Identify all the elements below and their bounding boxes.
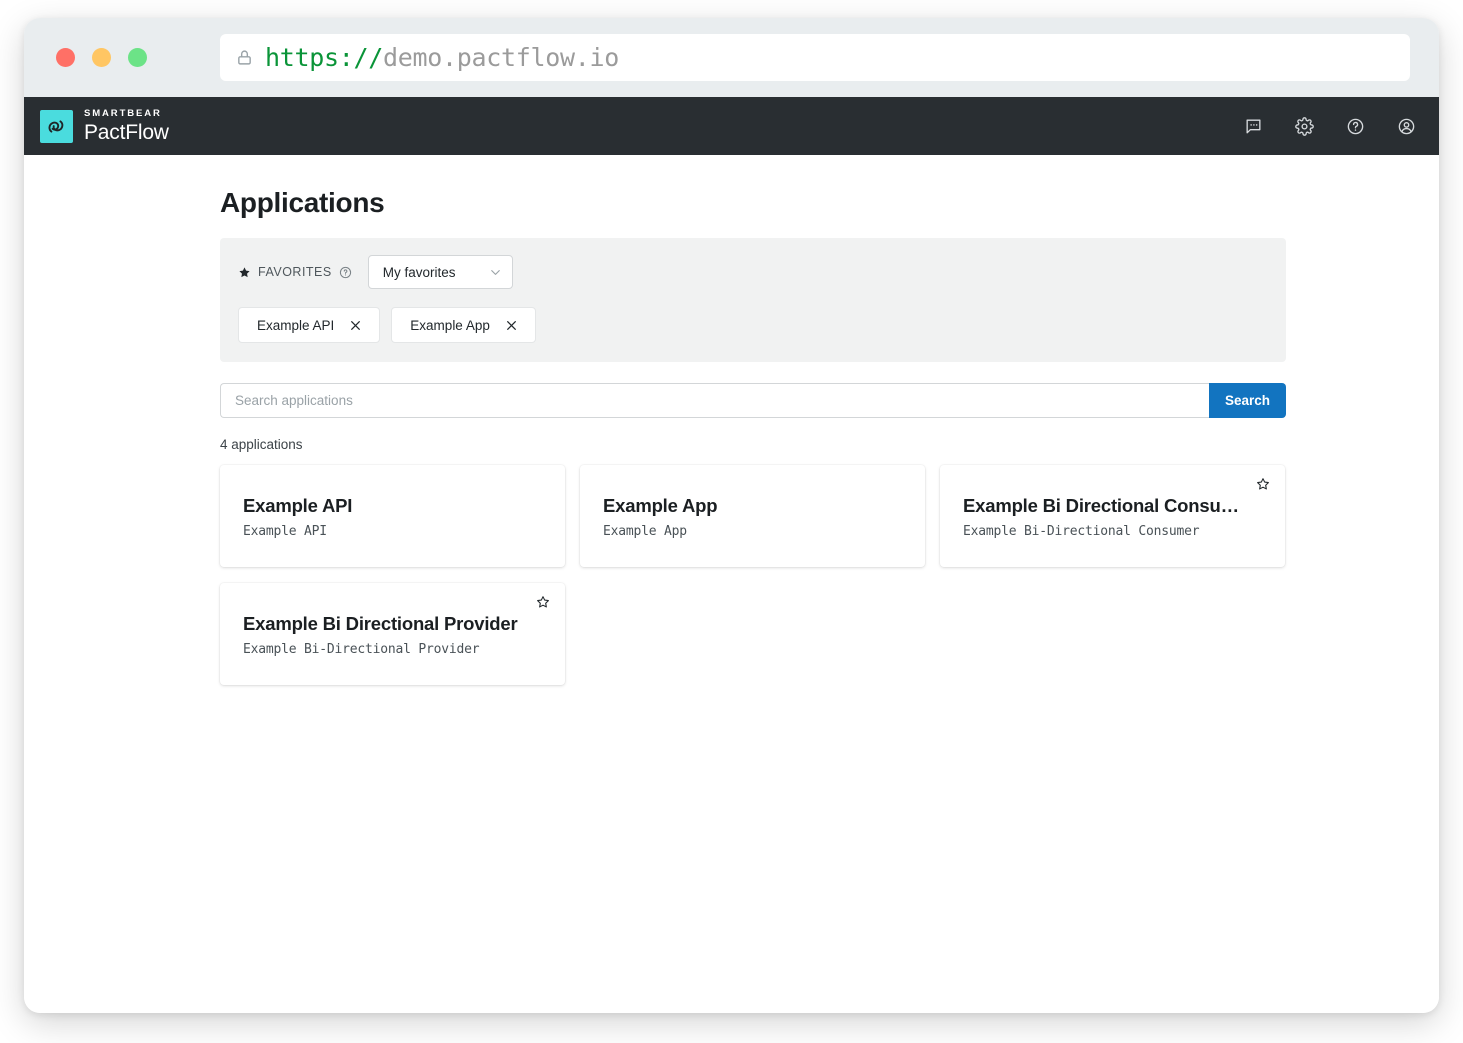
favorite-chip[interactable]: Example App [391, 307, 536, 343]
favorites-label-group: FAVORITES [238, 265, 352, 279]
gear-icon[interactable] [1292, 114, 1316, 138]
lock-icon [236, 49, 253, 66]
applications-grid: Example API Example API Example App Exam… [220, 465, 1286, 685]
favorites-select[interactable]: My favorites [367, 255, 513, 289]
star-outline-icon[interactable] [536, 595, 550, 609]
search-row: Search [220, 383, 1286, 418]
application-subtitle: Example App [603, 524, 687, 539]
favorites-select-value: My favorites [382, 264, 456, 280]
favorites-chip-row: Example API Example App [238, 307, 1268, 343]
url-scheme: https:// [265, 43, 384, 72]
application-title: Example App [603, 495, 718, 516]
search-input[interactable] [220, 383, 1209, 418]
url-host: demo.pactflow.io [383, 43, 620, 72]
page-title: Applications [220, 187, 385, 218]
favorite-chip-label: Example App [410, 317, 490, 333]
favorite-chip-label: Example API [257, 317, 335, 333]
application-card[interactable]: Example API Example API [220, 465, 565, 567]
application-subtitle: Example API [243, 524, 327, 539]
help-icon[interactable] [1343, 114, 1367, 138]
url-bar[interactable]: https://demo.pactflow.io [220, 34, 1410, 81]
brand-pactflow-label: PactFlow [84, 120, 169, 144]
screenshot-stage: https://demo.pactflow.io SMARTBEAR PactF… [0, 0, 1463, 1043]
page-content: Applications FAVORITES My favorites Exam… [24, 155, 1439, 1013]
favorites-panel: FAVORITES My favorites Example API Examp… [220, 238, 1286, 362]
favorite-chip[interactable]: Example API [238, 307, 381, 343]
favorites-label-text: FAVORITES [258, 265, 332, 279]
pactflow-logo-icon [40, 109, 73, 143]
application-title: Example API [243, 495, 353, 516]
close-icon[interactable] [505, 319, 518, 332]
close-window-button[interactable] [56, 48, 75, 67]
close-icon[interactable] [349, 319, 362, 332]
application-card[interactable]: Example Bi Directional Consu… Example Bi… [940, 465, 1285, 567]
search-button[interactable]: Search [1208, 383, 1286, 418]
browser-chrome-bar: https://demo.pactflow.io [24, 18, 1439, 97]
help-circle-icon[interactable] [339, 266, 352, 279]
account-icon[interactable] [1394, 114, 1418, 138]
application-title: Example Bi Directional Consu… [963, 495, 1239, 516]
application-subtitle: Example Bi-Directional Provider [243, 642, 480, 657]
application-title: Example Bi Directional Provider [243, 613, 518, 634]
browser-window: https://demo.pactflow.io SMARTBEAR PactF… [24, 18, 1439, 1013]
chat-icon[interactable] [1241, 114, 1265, 138]
favorites-control-row: FAVORITES My favorites [238, 255, 1268, 289]
result-count: 4 applications [220, 437, 303, 452]
maximize-window-button[interactable] [128, 48, 147, 67]
star-filled-icon [238, 266, 251, 279]
chevron-down-icon [488, 265, 503, 280]
url-text: https://demo.pactflow.io [265, 43, 619, 72]
minimize-window-button[interactable] [92, 48, 111, 67]
brand-logo[interactable]: SMARTBEAR PactFlow [32, 109, 169, 143]
app-header: SMARTBEAR PactFlow [24, 97, 1439, 155]
brand-text: SMARTBEAR PactFlow [84, 109, 169, 143]
header-actions [1241, 114, 1418, 138]
star-outline-icon[interactable] [1256, 477, 1270, 491]
brand-smartbear-label: SMARTBEAR [84, 108, 162, 120]
application-card[interactable]: Example App Example App [580, 465, 925, 567]
application-subtitle: Example Bi-Directional Consumer [963, 524, 1200, 539]
window-traffic-lights [56, 48, 147, 67]
application-card[interactable]: Example Bi Directional Provider Example … [220, 583, 565, 685]
